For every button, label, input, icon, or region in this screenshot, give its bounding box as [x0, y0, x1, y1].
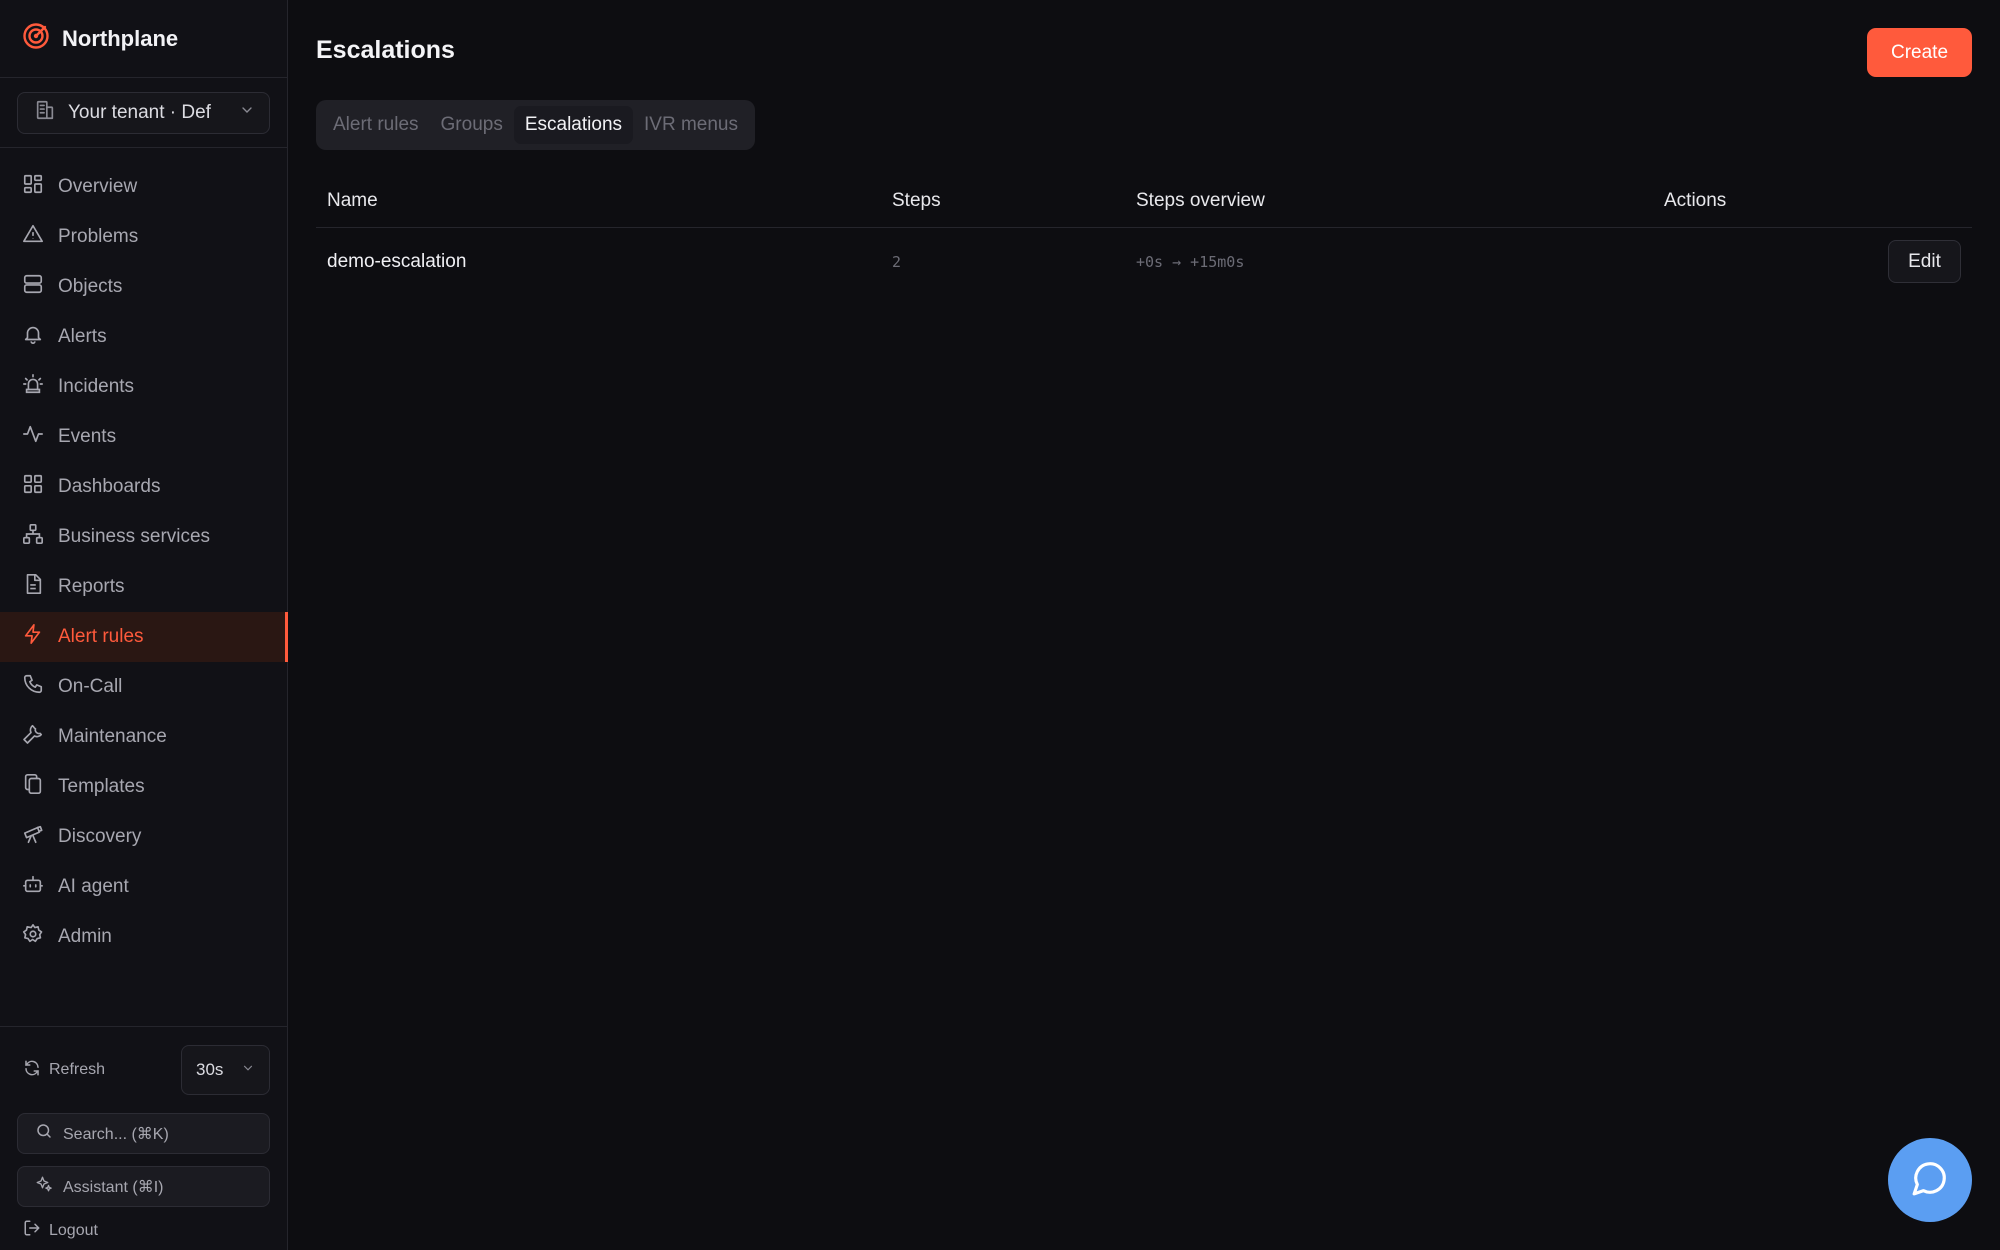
sidebar-item-problems[interactable]: Problems	[0, 212, 287, 262]
chat-button[interactable]	[1888, 1138, 1972, 1222]
wrench-icon	[22, 723, 44, 751]
warning-icon	[22, 223, 44, 251]
chat-bubble-icon	[1911, 1159, 1949, 1202]
column-header-name[interactable]: Name	[316, 190, 892, 212]
refresh-label: Refresh	[49, 1061, 106, 1078]
sidebar-nav: Overview Problems Objects Alerts Inciden…	[0, 148, 288, 962]
refresh-row: Refresh 30s	[17, 1027, 270, 1113]
tab-bar: Alert rules Groups Escalations IVR menus	[316, 100, 755, 150]
escalation-steps-overview: +0s → +15m0s	[1136, 252, 1245, 271]
edit-button[interactable]: Edit	[1888, 240, 1961, 283]
sidebar-item-label: Reports	[58, 576, 125, 597]
brand-logo-icon	[22, 22, 50, 55]
sidebar-item-label: Problems	[58, 226, 139, 247]
sidebar-item-maintenance[interactable]: Maintenance	[0, 712, 287, 762]
sidebar-item-label: Objects	[58, 276, 123, 297]
tab-escalations[interactable]: Escalations	[513, 106, 634, 144]
sidebar-item-label: Templates	[58, 776, 145, 797]
sidebar-item-reports[interactable]: Reports	[0, 562, 287, 612]
sidebar-item-alert-rules[interactable]: Alert rules	[0, 612, 288, 662]
page-title: Escalations	[316, 36, 455, 64]
column-header-actions: Actions	[1664, 190, 1727, 211]
escalation-name: demo-escalation	[327, 250, 467, 272]
sidebar-item-on-call[interactable]: On-Call	[0, 662, 287, 712]
sidebar-item-label: Discovery	[58, 826, 142, 847]
grid-icon	[22, 173, 44, 201]
sparkles-icon	[35, 1175, 53, 1198]
column-header-steps[interactable]: Steps	[892, 190, 1136, 212]
chevron-down-icon	[241, 1060, 255, 1080]
logout-icon	[23, 1219, 41, 1242]
app-root: Northplane Your tenant · Def Overview Pr…	[0, 0, 2000, 1250]
tenant-section: Your tenant · Def	[0, 78, 287, 148]
tab-ivr-menus[interactable]: IVR menus	[633, 106, 749, 144]
sidebar-item-incidents[interactable]: Incidents	[0, 362, 287, 412]
copy-icon	[22, 773, 44, 801]
tab-groups[interactable]: Groups	[430, 106, 514, 144]
document-icon	[22, 573, 44, 601]
sidebar-footer: Refresh 30s Search... (⌘K) Assistant (⌘I…	[0, 1026, 287, 1250]
sidebar-item-business-services[interactable]: Business services	[0, 512, 287, 562]
sidebar-item-label: Maintenance	[58, 726, 167, 747]
assistant-button[interactable]: Assistant (⌘I)	[17, 1166, 270, 1207]
sidebar-item-label: Dashboards	[58, 476, 161, 497]
refresh-icon	[23, 1059, 41, 1082]
sidebar-item-objects[interactable]: Objects	[0, 262, 287, 312]
brand-name: Northplane	[62, 25, 179, 51]
server-icon	[22, 273, 44, 301]
siren-icon	[22, 373, 44, 401]
dashboard-icon	[22, 473, 44, 501]
phone-icon	[22, 673, 44, 701]
sidebar-item-label: On-Call	[58, 676, 123, 697]
sidebar-item-events[interactable]: Events	[0, 412, 287, 462]
tenant-label: Your tenant · Def	[68, 101, 211, 123]
column-header-steps-overview[interactable]: Steps overview	[1136, 190, 1664, 212]
network-icon	[22, 523, 44, 551]
sidebar-item-label: Admin	[58, 926, 112, 947]
tab-alert-rules[interactable]: Alert rules	[322, 106, 430, 144]
bolt-icon	[22, 623, 44, 651]
interval-value: 30s	[196, 1060, 224, 1079]
sidebar-item-discovery[interactable]: Discovery	[0, 812, 287, 862]
sidebar: Northplane Your tenant · Def Overview Pr…	[0, 0, 288, 1250]
sidebar-item-label: Business services	[58, 526, 211, 547]
sidebar-item-label: Incidents	[58, 376, 135, 397]
activity-icon	[22, 423, 44, 451]
sidebar-item-label: AI agent	[58, 876, 129, 897]
search-button[interactable]: Search... (⌘K)	[17, 1113, 270, 1154]
search-icon	[35, 1122, 53, 1145]
logout-label: Logout	[49, 1221, 98, 1239]
refresh-interval-select[interactable]: 30s	[181, 1045, 270, 1095]
building-icon	[34, 99, 56, 127]
sidebar-item-label: Alert rules	[58, 626, 144, 647]
refresh-button[interactable]: Refresh	[23, 1059, 105, 1082]
logout-button[interactable]: Logout	[17, 1219, 270, 1242]
sidebar-item-ai-agent[interactable]: AI agent	[0, 862, 287, 912]
sidebar-item-alerts[interactable]: Alerts	[0, 312, 287, 362]
sidebar-item-label: Overview	[58, 176, 138, 197]
sidebar-item-label: Alerts	[58, 326, 107, 347]
create-button[interactable]: Create	[1867, 28, 1972, 77]
sidebar-item-overview[interactable]: Overview	[0, 162, 287, 212]
bell-icon	[22, 323, 44, 351]
escalations-table: Name Steps Steps overview Actions demo-e…	[316, 175, 1972, 295]
row-actions: Edit	[1664, 240, 1972, 283]
sidebar-item-dashboards[interactable]: Dashboards	[0, 462, 287, 512]
search-label: Search... (⌘K)	[63, 1125, 169, 1143]
assistant-label: Assistant (⌘I)	[63, 1178, 164, 1196]
gear-icon	[22, 923, 44, 951]
sidebar-item-admin[interactable]: Admin	[0, 912, 287, 962]
tenant-selector[interactable]: Your tenant · Def	[17, 91, 270, 134]
sidebar-item-templates[interactable]: Templates	[0, 762, 287, 812]
escalation-steps: 2	[892, 252, 902, 271]
table-header: Name Steps Steps overview Actions	[316, 175, 1972, 228]
sidebar-item-label: Events	[58, 426, 117, 447]
brand[interactable]: Northplane	[0, 0, 287, 78]
bot-icon	[22, 873, 44, 901]
table-row[interactable]: demo-escalation 2 +0s → +15m0s Edit	[316, 228, 1972, 295]
chevron-down-icon	[239, 102, 255, 124]
main-content: Escalations Create Alert rules Groups Es…	[288, 0, 2000, 1250]
telescope-icon	[22, 823, 44, 851]
